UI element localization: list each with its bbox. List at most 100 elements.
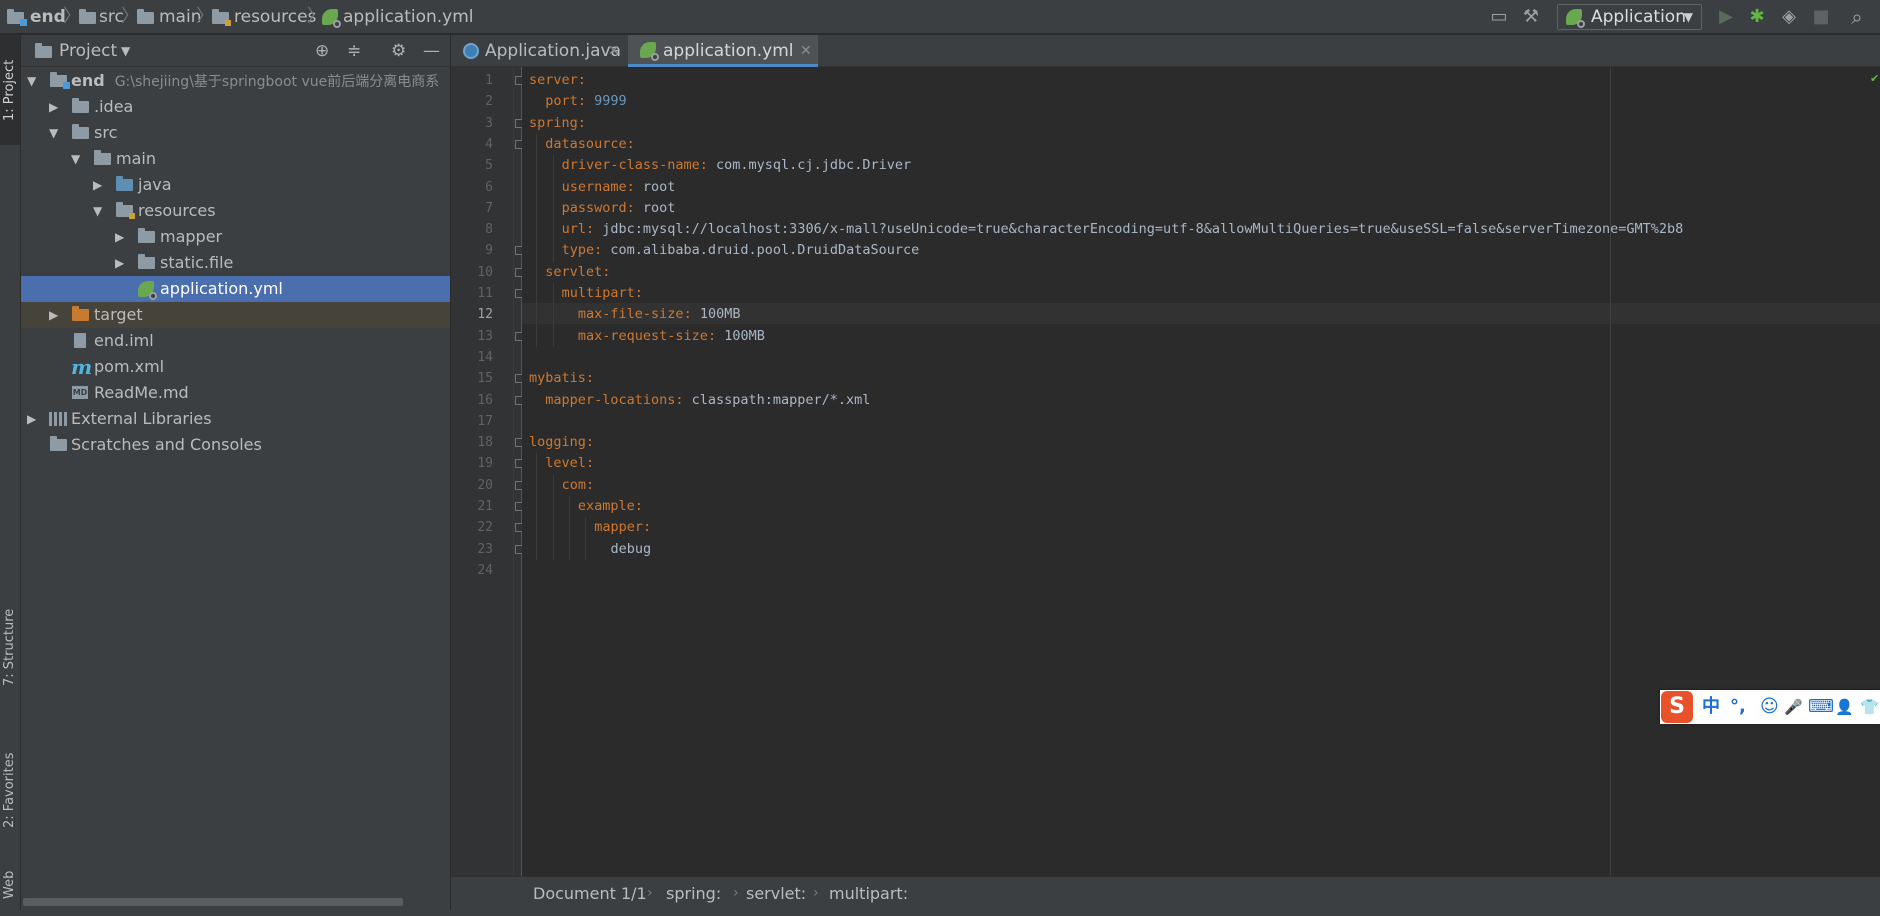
tree-item-static-file[interactable]: ▶ static.file (21, 250, 450, 276)
code-line[interactable]: password: root (562, 198, 676, 219)
breadcrumb-servlet[interactable]: servlet: (746, 877, 806, 911)
markdown-file-icon: MD (72, 386, 88, 399)
code-line[interactable]: logging: (529, 432, 594, 453)
tree-item-application-yml[interactable]: application.yml (21, 276, 450, 302)
ime-keyboard-icon[interactable]: ⌨ (1808, 690, 1834, 724)
run-configuration-select[interactable]: Application ▼ (1557, 4, 1702, 30)
chevron-down-icon: ▼ (1683, 10, 1693, 24)
code-line[interactable]: datasource: (545, 134, 634, 155)
tree-item-readme[interactable]: MD ReadMe.md (21, 380, 450, 406)
run-icon[interactable]: ▶ (1715, 0, 1737, 34)
tree-item-scratches[interactable]: Scratches and Consoles (21, 432, 450, 458)
tree-item-mapper[interactable]: ▶ mapper (21, 224, 450, 250)
chevron-right-icon[interactable]: ▶ (49, 94, 58, 120)
breadcrumb-item-resources[interactable]: resources (234, 0, 316, 34)
stop-icon[interactable]: ■ (1810, 0, 1832, 34)
tree-item-end-iml[interactable]: end.iml (21, 328, 450, 354)
chevron-down-icon[interactable]: ▼ (93, 198, 102, 224)
tree-item-label: External Libraries (71, 409, 212, 428)
resources-folder-icon (116, 202, 135, 219)
code-line[interactable]: port: 9999 (545, 91, 626, 112)
gear-icon[interactable]: ⚙ (391, 35, 406, 67)
code-line[interactable]: com: (562, 475, 595, 496)
code-line[interactable]: server: (529, 70, 586, 91)
run-with-coverage-icon[interactable]: ◈ (1778, 0, 1800, 34)
tab-application-java[interactable]: Application.java ✕ (451, 35, 626, 67)
breadcrumb-item-file[interactable]: application.yml (343, 0, 474, 34)
breadcrumb-spring[interactable]: spring: (666, 877, 721, 911)
chevron-down-icon[interactable]: ▼ (27, 68, 36, 94)
chevron-down-icon[interactable]: ▼ (49, 120, 58, 146)
build-hammer-icon[interactable]: ⚒ (1520, 0, 1542, 34)
terminal-icon[interactable]: ▭ (1488, 0, 1510, 34)
spring-config-icon (322, 9, 341, 28)
tree-item-idea[interactable]: ▶ .idea (21, 94, 450, 120)
code-line[interactable]: mapper-locations: classpath:mapper/*.xml (545, 390, 870, 411)
tool-tab-web[interactable]: Web (0, 860, 20, 910)
tool-tab-structure[interactable]: 7: Structure (0, 590, 20, 705)
code-line[interactable]: url: jdbc:mysql://localhost:3306/x-mall?… (562, 219, 1684, 240)
chevron-right-icon[interactable]: ▶ (115, 250, 124, 276)
debug-bug-icon[interactable]: ✱ (1746, 0, 1768, 34)
close-icon[interactable]: ✕ (800, 35, 812, 67)
project-panel-title[interactable]: Project (59, 35, 117, 67)
breadcrumb-item-end[interactable]: end (30, 0, 66, 34)
yaml-key: level (545, 455, 586, 472)
ime-user-icon[interactable]: 👤 (1835, 690, 1854, 724)
navigation-bar: end 〉 src 〉 main 〉 resources 〉 applicati… (0, 0, 1880, 34)
chevron-right-icon[interactable]: ▶ (49, 302, 58, 328)
locate-target-icon[interactable]: ⊕ (315, 35, 329, 67)
indent-guide (536, 133, 538, 347)
tree-item-java[interactable]: ▶ java (21, 172, 450, 198)
tab-application-yml[interactable]: application.yml ✕ (628, 35, 818, 67)
line-number: 5 (485, 158, 493, 174)
tree-item-src[interactable]: ▼ src (21, 120, 450, 146)
inspection-ok-icon[interactable]: ✔ (1870, 72, 1879, 85)
code-line[interactable]: multipart: (562, 283, 643, 304)
tree-item-external-libraries[interactable]: ▶ External Libraries (21, 406, 450, 432)
search-icon[interactable]: ⌕ (1844, 0, 1870, 34)
tree-item-pom-xml[interactable]: m pom.xml (21, 354, 450, 380)
code-line[interactable]: mapper: (594, 517, 651, 538)
breadcrumb-multipart[interactable]: multipart: (829, 877, 908, 911)
code-line[interactable]: username: root (562, 177, 676, 198)
tree-item-end[interactable]: ▼ end G:\shejiing\基于springboot vue前后端分离电商… (21, 68, 450, 94)
line-number: 22 (477, 520, 493, 536)
chevron-down-icon[interactable]: ▼ (71, 146, 80, 172)
chevron-right-icon[interactable]: ▶ (93, 172, 102, 198)
code-line[interactable]: spring: (529, 113, 586, 134)
chevron-right-icon[interactable]: ▶ (115, 224, 124, 250)
tree-item-main[interactable]: ▼ main (21, 146, 450, 172)
code-line[interactable]: driver-class-name: com.mysql.cj.jdbc.Dri… (562, 155, 912, 176)
tool-tab-favorites[interactable]: 2: Favorites (0, 725, 20, 855)
line-number: 20 (477, 477, 493, 493)
code-line[interactable]: max-file-size: 100MB (578, 304, 741, 325)
ime-voice-icon[interactable]: 🎤 (1784, 690, 1803, 724)
code-line[interactable]: level: (545, 453, 594, 474)
breadcrumb-document[interactable]: Document 1/1 (533, 877, 647, 911)
breadcrumb-separator: › (813, 885, 819, 901)
package-folder-icon (138, 254, 155, 269)
code-line[interactable]: mybatis: (529, 368, 594, 389)
ime-emoji-icon[interactable]: ☺ (1760, 690, 1779, 724)
code-line[interactable]: debug (611, 539, 652, 560)
close-icon[interactable]: ✕ (608, 35, 620, 67)
collapse-all-icon[interactable]: ≑ (347, 35, 361, 67)
tool-tab-project[interactable]: 1: Project (0, 35, 20, 145)
ime-skin-icon[interactable]: 👕 (1860, 690, 1879, 724)
code-editor[interactable]: server: port: 9999 spring: datasource: drive… (513, 67, 1880, 876)
hide-minus-icon[interactable]: — (423, 35, 440, 67)
chevron-right-icon[interactable]: ▶ (27, 406, 36, 432)
tree-item-target[interactable]: ▶ target (21, 302, 450, 328)
ime-chinese-mode[interactable]: 中 (1702, 690, 1720, 724)
code-line[interactable]: max-request-size: 100MB (578, 326, 765, 347)
chevron-down-icon[interactable]: ▼ (121, 35, 130, 67)
code-line[interactable]: example: (578, 496, 643, 517)
sogou-logo-icon[interactable]: S (1661, 691, 1693, 723)
horizontal-scrollbar[interactable] (23, 898, 403, 906)
tree-item-resources[interactable]: ▼ resources (21, 198, 450, 224)
code-line[interactable]: type: com.alibaba.druid.pool.DruidDataSo… (562, 240, 920, 261)
run-configuration-label: Application (1591, 7, 1686, 27)
code-line[interactable]: servlet: (545, 262, 610, 283)
ime-punctuation-icon[interactable]: °, (1730, 690, 1746, 724)
